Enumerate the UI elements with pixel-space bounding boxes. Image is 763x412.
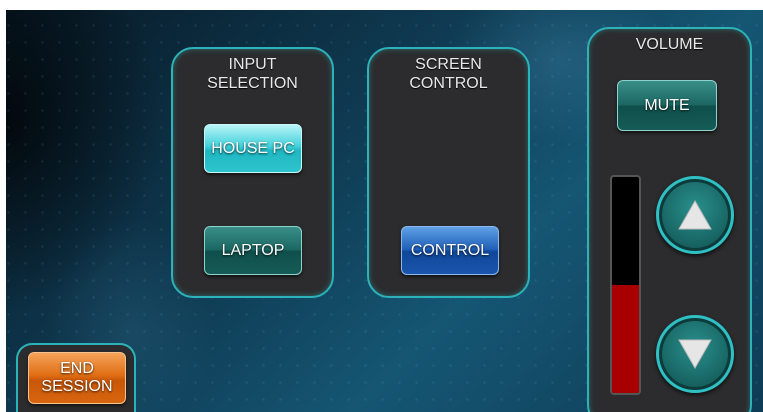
triangle-up-icon xyxy=(678,199,712,230)
end-session-label-line2: SESSION xyxy=(41,378,113,395)
volume-title: VOLUME xyxy=(635,36,704,53)
end-session-button[interactable]: END SESSION xyxy=(28,352,126,404)
touch-panel-screen: INPUT SELECTION HOUSE PC LAPTOP SCREEN C… xyxy=(0,0,763,412)
input-selection-title-line2: SELECTION xyxy=(207,75,298,92)
frame-top-edge xyxy=(0,0,763,10)
end-session-frame: END SESSION xyxy=(16,343,136,412)
laptop-button[interactable]: LAPTOP xyxy=(204,226,302,275)
volume-up-button[interactable] xyxy=(656,176,734,254)
end-session-label-line1: END xyxy=(60,360,94,377)
house-pc-button[interactable]: HOUSE PC xyxy=(204,124,302,173)
mute-button[interactable]: MUTE xyxy=(617,80,717,131)
screen-control-panel: SCREEN CONTROL CONTROL xyxy=(367,47,530,298)
volume-level-fill xyxy=(612,285,639,393)
screen-control-title-line2: CONTROL xyxy=(409,75,488,92)
screen-control-title-line1: SCREEN xyxy=(415,56,482,73)
screen-control-title: SCREEN CONTROL xyxy=(369,55,528,93)
volume-down-button[interactable] xyxy=(656,315,734,393)
triangle-down-icon xyxy=(678,339,712,370)
volume-level-meter xyxy=(610,175,641,395)
input-selection-title: INPUT SELECTION xyxy=(173,55,332,93)
input-selection-title-line1: INPUT xyxy=(228,56,277,73)
screen-control-button[interactable]: CONTROL xyxy=(401,226,499,275)
input-selection-panel: INPUT SELECTION HOUSE PC LAPTOP xyxy=(171,47,334,298)
frame-left-edge xyxy=(0,0,6,412)
